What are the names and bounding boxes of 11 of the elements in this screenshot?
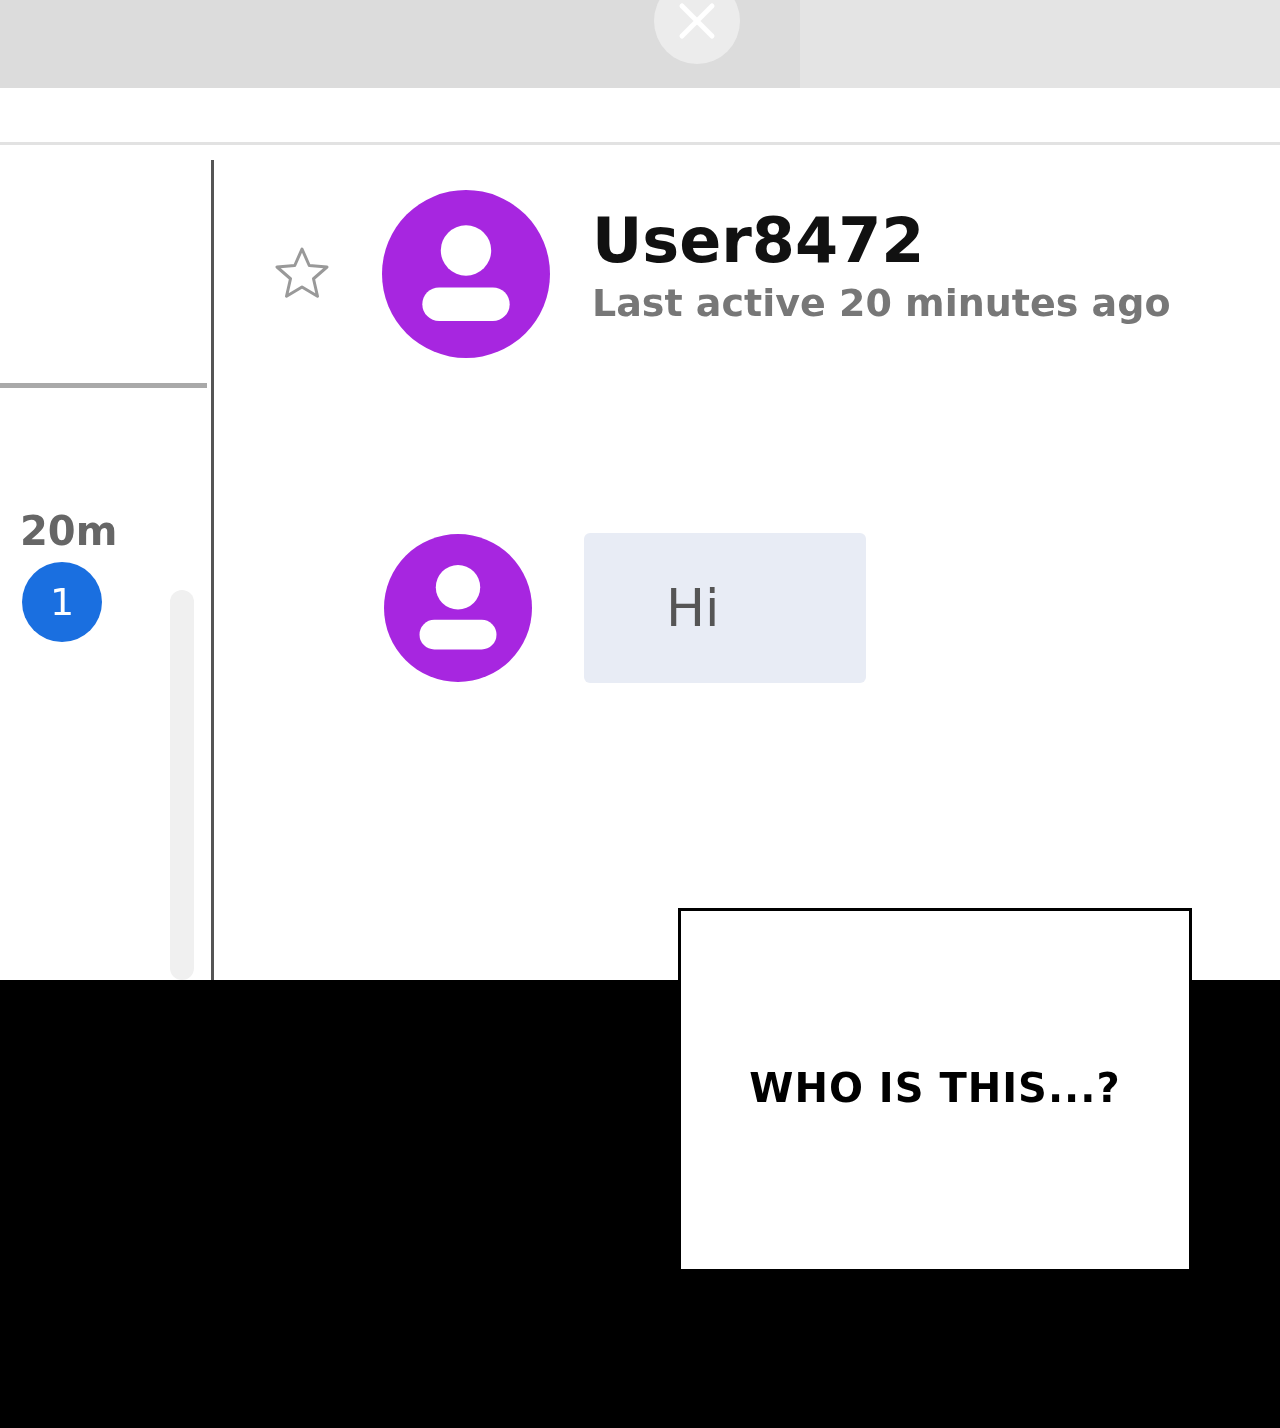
caption-text: WHO IS THIS...? bbox=[749, 1065, 1121, 1111]
close-button[interactable] bbox=[654, 0, 740, 64]
chat-time: 20m bbox=[20, 508, 119, 554]
browser-tab[interactable] bbox=[800, 0, 1280, 88]
contact-name: User8472 bbox=[592, 203, 926, 277]
message-bubble: Hi bbox=[584, 533, 866, 683]
avatar-icon bbox=[382, 190, 550, 358]
scrollbar[interactable] bbox=[170, 590, 194, 980]
last-active-status: Last active 20 minutes ago bbox=[592, 280, 1171, 325]
avatar-icon bbox=[384, 534, 532, 682]
unread-badge: 1 bbox=[22, 562, 102, 642]
